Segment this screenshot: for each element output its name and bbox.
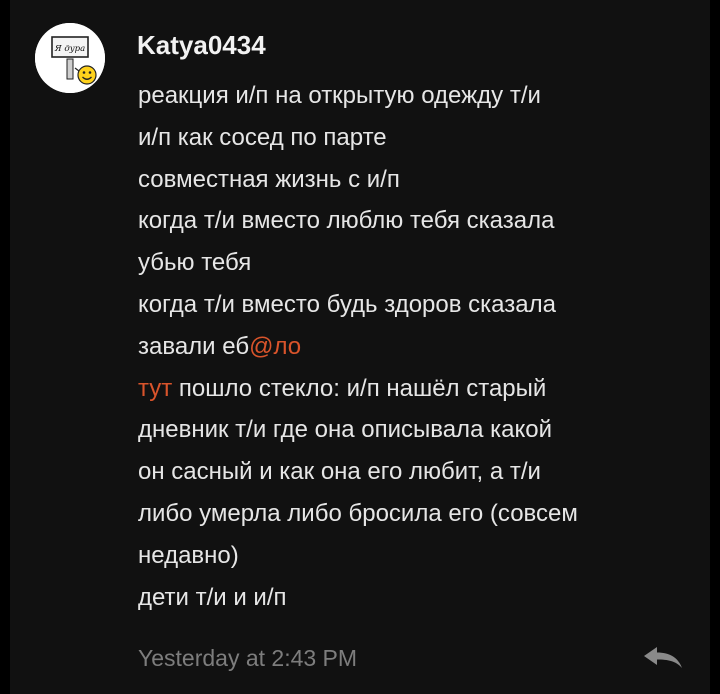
comment-line: и/п как сосед по парте bbox=[138, 123, 387, 151]
avatar[interactable]: Я дура bbox=[35, 23, 105, 93]
comment-line: когда т/и вместо люблю тебя сказала bbox=[138, 207, 555, 235]
username[interactable]: Katya0434 bbox=[137, 27, 266, 63]
reply-button[interactable] bbox=[636, 641, 690, 675]
comment-line: тут пошло стекло: и/п нашёл старый bbox=[138, 368, 698, 410]
avatar-image: Я дура bbox=[35, 23, 105, 93]
comment-line: совместная жизнь с и/п bbox=[138, 165, 400, 193]
comment-line: дневник т/и где она описывала какой bbox=[138, 416, 552, 444]
timestamp: Yesterday at 2:43 PM bbox=[138, 645, 358, 671]
line-text: завали еб bbox=[138, 332, 250, 360]
comment-line: он сасный и как она его любит, а т/и bbox=[138, 458, 541, 486]
line-text: пошло стекло: и/п нашёл старый bbox=[172, 374, 547, 402]
comment-body: реакция и/п на открытую одежду т/и и/п к… bbox=[138, 75, 698, 618]
comment-line: завали еб@ло bbox=[138, 326, 698, 368]
comment-line: недавно) bbox=[138, 541, 239, 569]
mention-link[interactable]: @ло bbox=[249, 333, 301, 360]
comment-line: дети т/и и и/п bbox=[138, 583, 287, 611]
mention-link[interactable]: тут bbox=[138, 375, 172, 402]
comment-line: когда т/и вместо будь здоров сказала bbox=[138, 290, 556, 318]
avatar-sign-text: Я дура bbox=[54, 44, 85, 54]
comment-line: убью тебя bbox=[138, 249, 252, 277]
comment-line: либо умерла либо бросила его (совсем bbox=[138, 499, 578, 527]
comment-card: Я дура Katya0434 реакция и/п на открытую… bbox=[10, 0, 710, 694]
comment-line: реакция и/п на открытую одежду т/и bbox=[138, 82, 541, 109]
reply-arrow-icon bbox=[644, 647, 682, 668]
